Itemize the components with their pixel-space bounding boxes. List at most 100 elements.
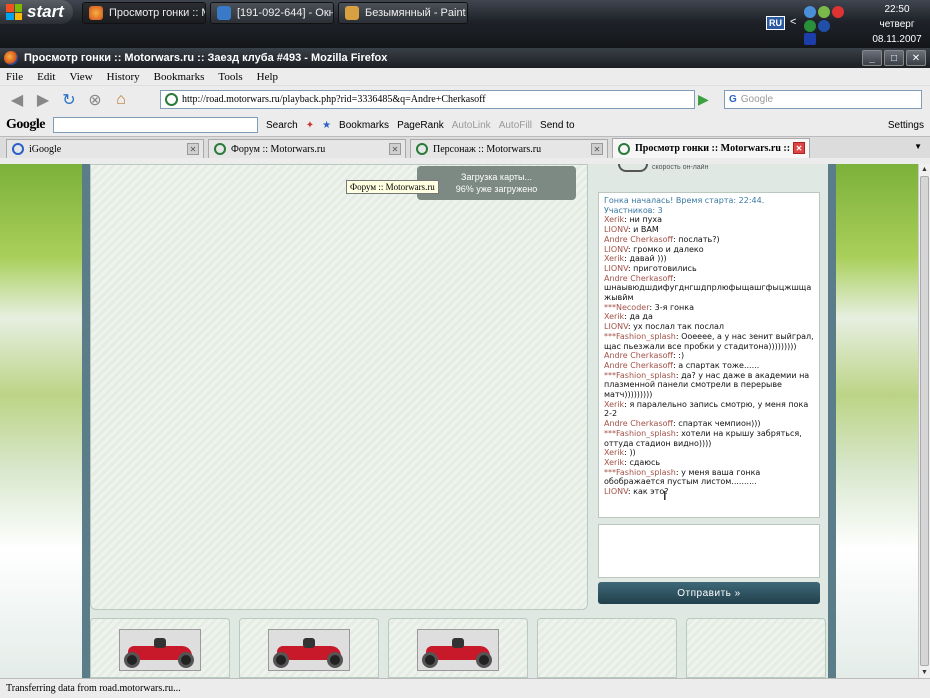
tab-character[interactable]: Персонаж :: Motorwars.ru ✕ — [410, 139, 608, 158]
clock[interactable]: 22:50 четверг 08.11.2007 — [868, 2, 926, 47]
tab-igoogle[interactable]: iGoogle ✕ — [6, 139, 204, 158]
menu-history[interactable]: History — [107, 71, 140, 83]
window-titlebar[interactable]: Просмотр гонки :: Motorwars.ru :: Заезд … — [0, 48, 930, 68]
menu-help[interactable]: Help — [257, 71, 278, 83]
kart-image — [268, 629, 350, 671]
chat-text: да да — [629, 312, 653, 322]
race-map-area[interactable] — [90, 164, 588, 610]
decorative-background-left — [0, 164, 82, 678]
chat-author[interactable]: Xerik — [604, 400, 624, 409]
chat-author[interactable]: ***Fashion_splash — [604, 468, 676, 477]
chat-message: LIONV: ух послал так послал — [604, 322, 724, 332]
tab-race-playback[interactable]: Просмотр гонки :: Motorwars.ru :: ... ✕ — [612, 138, 810, 158]
maximize-button[interactable]: □ — [884, 50, 904, 66]
chat-author[interactable]: ***Fashion_splash — [604, 371, 676, 380]
volume-icon[interactable] — [818, 6, 830, 18]
chat-author[interactable]: ***Necoder — [604, 303, 649, 312]
autofill-button[interactable]: AutoFill — [499, 120, 532, 131]
reload-icon[interactable]: ↻ — [58, 89, 80, 111]
chat-author[interactable]: Andre Cherkasoff — [604, 419, 673, 428]
taskbar-item-remote[interactable]: [191-092-644] - Окн... — [210, 2, 334, 24]
language-indicator[interactable]: RU — [766, 16, 785, 30]
windows-logo-icon — [6, 4, 22, 20]
show-hidden-icons-arrow[interactable]: < — [790, 16, 796, 28]
racer-card[interactable] — [239, 618, 379, 678]
chat-author[interactable]: Xerik — [604, 254, 624, 263]
chat-message: Andre Cherkasoff: шнаывюдшдифугднгшдпрлю… — [604, 273, 812, 303]
chat-author[interactable]: Andre Cherkasoff — [604, 274, 673, 283]
close-tab-icon[interactable]: ✕ — [591, 143, 603, 155]
menu-bookmarks[interactable]: Bookmarks — [154, 71, 205, 83]
close-window-button[interactable]: ✕ — [906, 50, 926, 66]
chat-author[interactable]: Xerik — [604, 215, 624, 224]
chat-author[interactable]: Andre Cherkasoff — [604, 235, 673, 244]
chat-author[interactable]: LIONV — [604, 225, 628, 234]
go-icon[interactable]: ▶ — [698, 91, 716, 109]
menu-edit[interactable]: Edit — [37, 71, 55, 83]
chat-text: ух послал так послал — [633, 322, 724, 332]
browser-chrome: File Edit View History Bookmarks Tools H… — [0, 68, 930, 164]
minimize-button[interactable]: _ — [862, 50, 882, 66]
taskbar-item-paint[interactable]: Безымянный - Paint — [338, 2, 468, 24]
menu-file[interactable]: File — [6, 71, 23, 83]
tab-tooltip: Форум :: Motorwars.ru — [346, 180, 439, 194]
news-icon[interactable]: ✦ — [306, 120, 314, 131]
google-icon — [12, 143, 24, 155]
stop-icon[interactable]: ⊗ — [84, 89, 106, 111]
close-tab-icon[interactable]: ✕ — [793, 142, 805, 154]
chat-message: ***Fashion_splash: у меня ваша гонка обо… — [604, 467, 761, 487]
chat-author[interactable]: ***Fashion_splash — [604, 332, 676, 341]
chat-text: :) — [678, 351, 685, 361]
racer-card[interactable] — [388, 618, 528, 678]
racer-card[interactable] — [90, 618, 230, 678]
chat-author[interactable]: Xerik — [604, 448, 624, 457]
chat-author[interactable]: Xerik — [604, 312, 624, 321]
menu-view[interactable]: View — [69, 71, 92, 83]
autolink-button[interactable]: AutoLink — [452, 120, 491, 131]
chat-message: Andre Cherkasoff: спартак чемпион))) — [604, 419, 761, 429]
scrollbar-thumb[interactable] — [920, 176, 929, 666]
scroll-up-icon[interactable]: ▲ — [919, 164, 930, 175]
messenger-icon[interactable] — [804, 20, 816, 32]
network-icon[interactable] — [804, 6, 816, 18]
chat-author[interactable]: LIONV — [604, 264, 628, 273]
star-icon[interactable]: ★ — [322, 120, 331, 131]
menu-tools[interactable]: Tools — [218, 71, 242, 83]
close-tab-icon[interactable]: ✕ — [389, 143, 401, 155]
chat-author[interactable]: LIONV — [604, 245, 628, 254]
window-icon — [217, 6, 231, 20]
send-button[interactable]: Отправить » — [598, 582, 820, 604]
tab-list-icon[interactable]: ▼ — [914, 142, 922, 151]
status-text: Transferring data from road.motorwars.ru… — [6, 683, 181, 694]
settings-button[interactable]: Settings — [888, 120, 924, 131]
bookmarks-button[interactable]: Bookmarks — [339, 120, 389, 131]
start-button[interactable]: start — [0, 0, 73, 24]
chat-author[interactable]: Andre Cherkasoff — [604, 361, 673, 370]
back-icon[interactable]: ◀ — [6, 89, 28, 111]
chat-author[interactable]: Andre Cherkasoff — [604, 351, 673, 360]
search-input[interactable]: G Google — [724, 90, 922, 109]
media-icon[interactable] — [804, 33, 816, 45]
url-bar[interactable]: http://road.motorwars.ru/playback.php?ri… — [160, 90, 695, 109]
taskbar-item-firefox[interactable]: Просмотр гонки :: М... — [82, 2, 206, 24]
chat-author[interactable]: LIONV — [604, 487, 628, 496]
home-icon[interactable]: ⌂ — [110, 89, 132, 111]
google-logo[interactable]: Google — [6, 117, 46, 133]
send-to-button[interactable]: Send to — [540, 120, 574, 131]
close-tab-icon[interactable]: ✕ — [187, 143, 199, 155]
google-toolbar-search-input[interactable] — [53, 117, 258, 133]
chat-author[interactable]: LIONV — [604, 322, 628, 331]
tab-forum[interactable]: Форум :: Motorwars.ru ✕ — [208, 139, 406, 158]
chat-message-input[interactable] — [598, 524, 820, 578]
chat-author[interactable]: Xerik — [604, 458, 624, 467]
antivirus-icon[interactable] — [832, 6, 844, 18]
vertical-scrollbar[interactable]: ▲ ▼ — [918, 164, 930, 678]
google-search-button[interactable]: Search — [266, 120, 298, 131]
racer-cards — [90, 618, 828, 678]
google-search-engine-icon[interactable]: G — [729, 94, 737, 105]
update-icon[interactable] — [818, 20, 830, 32]
forward-icon[interactable]: ▶ — [32, 89, 54, 111]
chat-author[interactable]: ***Fashion_splash — [604, 429, 676, 438]
chat-log[interactable]: Гонка началась! Время старта: 22:44. Учас… — [598, 192, 820, 518]
scroll-down-icon[interactable]: ▼ — [919, 667, 930, 678]
